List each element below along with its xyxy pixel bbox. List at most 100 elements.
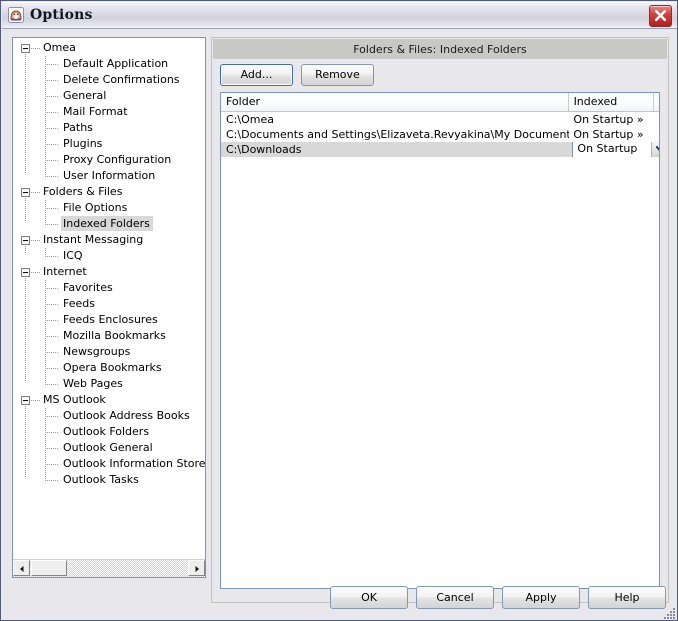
cell-indexed-mode[interactable]: On Startup »	[569, 112, 659, 127]
sidebar-item-user-information[interactable]: User Information	[13, 168, 205, 184]
indexed-folders-list[interactable]: Folder Indexed C:\Omea On Startup » C:\Doc…	[220, 92, 660, 589]
tree-connector-line	[45, 248, 46, 256]
tree-connector-line	[45, 200, 46, 216]
title-bar[interactable]: Options	[2, 2, 677, 29]
column-header-indexed[interactable]: Indexed	[568, 93, 654, 111]
sidebar-item-omea[interactable]: Omea	[13, 40, 205, 56]
tree-connector-line	[45, 328, 46, 344]
sidebar-item-file-options[interactable]: File Options	[13, 200, 205, 216]
help-button[interactable]: Help	[588, 586, 666, 609]
resize-grip-icon[interactable]	[662, 606, 676, 620]
sidebar-item-newsgroups[interactable]: Newsgroups	[13, 344, 205, 360]
cancel-button[interactable]: Cancel	[416, 586, 494, 609]
page-title: Folders & Files: Indexed Folders	[213, 39, 667, 59]
close-icon[interactable]	[649, 5, 672, 27]
sidebar-item-general[interactable]: General	[13, 88, 205, 104]
tree-connector-line	[45, 416, 59, 417]
apply-button[interactable]: Apply	[502, 586, 580, 609]
tree-connector-line	[45, 256, 59, 257]
cell-indexed-mode[interactable]: On Startup	[569, 142, 659, 157]
table-row[interactable]: C:\Documents and Settings\Elizaveta.Revy…	[221, 127, 659, 142]
sidebar-item-delete-confirmations[interactable]: Delete Confirmations	[13, 72, 205, 88]
tree-connector-line	[45, 208, 59, 209]
tree-collapse-icon[interactable]	[21, 396, 30, 405]
sidebar-item-label: General	[63, 89, 107, 102]
sidebar-item-plugins[interactable]: Plugins	[13, 136, 205, 152]
sidebar-item-outlook-folders[interactable]: Outlook Folders	[13, 424, 205, 440]
tree-scroll-area: Omea Default Application Delete Confirmati…	[13, 38, 205, 560]
tree-collapse-icon[interactable]	[21, 268, 30, 277]
tree-connector-line	[45, 96, 59, 97]
tree-connector-line	[45, 224, 59, 225]
sidebar-item-label: Indexed Folders	[61, 216, 153, 231]
indexed-mode-value: On Startup »	[573, 128, 644, 141]
omea-app-icon	[8, 7, 24, 23]
tree-collapse-icon[interactable]	[21, 188, 30, 197]
sidebar-item-label: MS Outlook	[43, 393, 106, 406]
sidebar-item-web-pages[interactable]: Web Pages	[13, 376, 205, 392]
tree-connector-line	[45, 352, 59, 353]
sidebar-item-outlook-address-books[interactable]: Outlook Address Books	[13, 408, 205, 424]
tree-connector-line	[45, 280, 46, 296]
indexed-mode-dropdown[interactable]: On Startup	[572, 142, 659, 157]
sidebar-item-label: Feeds	[63, 297, 95, 310]
sidebar-item-label: Favorites	[63, 281, 113, 294]
tree-collapse-icon[interactable]	[21, 44, 30, 53]
tree-connector-line	[45, 440, 46, 456]
sidebar-item-mozilla-bookmarks[interactable]: Mozilla Bookmarks	[13, 328, 205, 344]
sidebar-item-feeds[interactable]: Feeds	[13, 296, 205, 312]
sidebar-item-label: Newsgroups	[63, 345, 131, 358]
remove-folder-button[interactable]: Remove	[301, 64, 374, 86]
cell-indexed-mode[interactable]: On Startup »	[569, 127, 659, 142]
table-row[interactable]: C:\Downloads On Startup	[221, 142, 659, 157]
tree-connector-line	[45, 424, 46, 440]
sidebar-item-opera-bookmarks[interactable]: Opera Bookmarks	[13, 360, 205, 376]
indexed-mode-value: On Startup »	[573, 113, 644, 126]
cell-folder-path: C:\Documents and Settings\Elizaveta.Revy…	[226, 128, 570, 141]
sidebar-item-instant-messaging[interactable]: Instant Messaging	[13, 232, 205, 248]
column-header-filler	[654, 93, 659, 111]
sidebar-item-icq[interactable]: ICQ	[13, 248, 205, 264]
sidebar-item-favorites[interactable]: Favorites	[13, 280, 205, 296]
sidebar-item-outlook-tasks[interactable]: Outlook Tasks	[13, 472, 205, 488]
sidebar-item-label: File Options	[63, 201, 128, 214]
tree-connector-line	[45, 144, 59, 145]
sidebar-item-indexed-folders[interactable]: Indexed Folders	[13, 216, 205, 232]
tree-connector-line	[45, 344, 46, 360]
tree-connector-line	[45, 120, 46, 136]
sidebar-item-paths[interactable]: Paths	[13, 120, 205, 136]
sidebar-item-proxy-configuration[interactable]: Proxy Configuration	[13, 152, 205, 168]
sidebar-item-label: Instant Messaging	[43, 233, 144, 246]
sidebar-item-label: Delete Confirmations	[63, 73, 180, 86]
tree-connector-line	[31, 192, 40, 193]
list-body: C:\Omea On Startup » C:\Documents and Sett…	[221, 112, 659, 157]
scroll-right-arrow-icon[interactable]	[188, 560, 205, 576]
column-header-folder[interactable]: Folder	[221, 93, 569, 111]
tree-connector-line	[45, 112, 59, 113]
add-folder-button[interactable]: Add...	[220, 64, 293, 86]
sidebar-item-label: Omea	[43, 41, 76, 54]
tree-collapse-icon[interactable]	[21, 236, 30, 245]
sidebar-item-feeds-enclosures[interactable]: Feeds Enclosures	[13, 312, 205, 328]
indexed-mode-value: On Startup	[577, 142, 638, 155]
chevron-down-icon[interactable]	[651, 142, 659, 157]
cell-folder-path: C:\Omea	[226, 113, 274, 126]
tree-horizontal-scrollbar[interactable]	[13, 559, 205, 577]
table-row[interactable]: C:\Omea On Startup »	[221, 112, 659, 127]
sidebar-item-outlook-general[interactable]: Outlook General	[13, 440, 205, 456]
sidebar-item-label: Paths	[63, 121, 93, 134]
sidebar-item-outlook-information-stores[interactable]: Outlook Information Stores	[13, 456, 205, 472]
sidebar-item-ms-outlook[interactable]: MS Outlook	[13, 392, 205, 408]
tree-connector-line	[45, 152, 46, 168]
tree-connector-line	[45, 160, 59, 161]
sidebar-item-internet[interactable]: Internet	[13, 264, 205, 280]
scroll-left-arrow-icon[interactable]	[13, 560, 30, 576]
tree-connector-line	[45, 288, 59, 289]
sidebar-item-folders-files[interactable]: Folders & Files	[13, 184, 205, 200]
tree-connector-line	[45, 368, 59, 369]
sidebar-item-default-application[interactable]: Default Application	[13, 56, 205, 72]
tree-connector-line	[45, 80, 59, 81]
ok-button[interactable]: OK	[330, 586, 408, 609]
sidebar-item-mail-format[interactable]: Mail Format	[13, 104, 205, 120]
horizontal-scroll-thumb[interactable]	[31, 560, 67, 576]
